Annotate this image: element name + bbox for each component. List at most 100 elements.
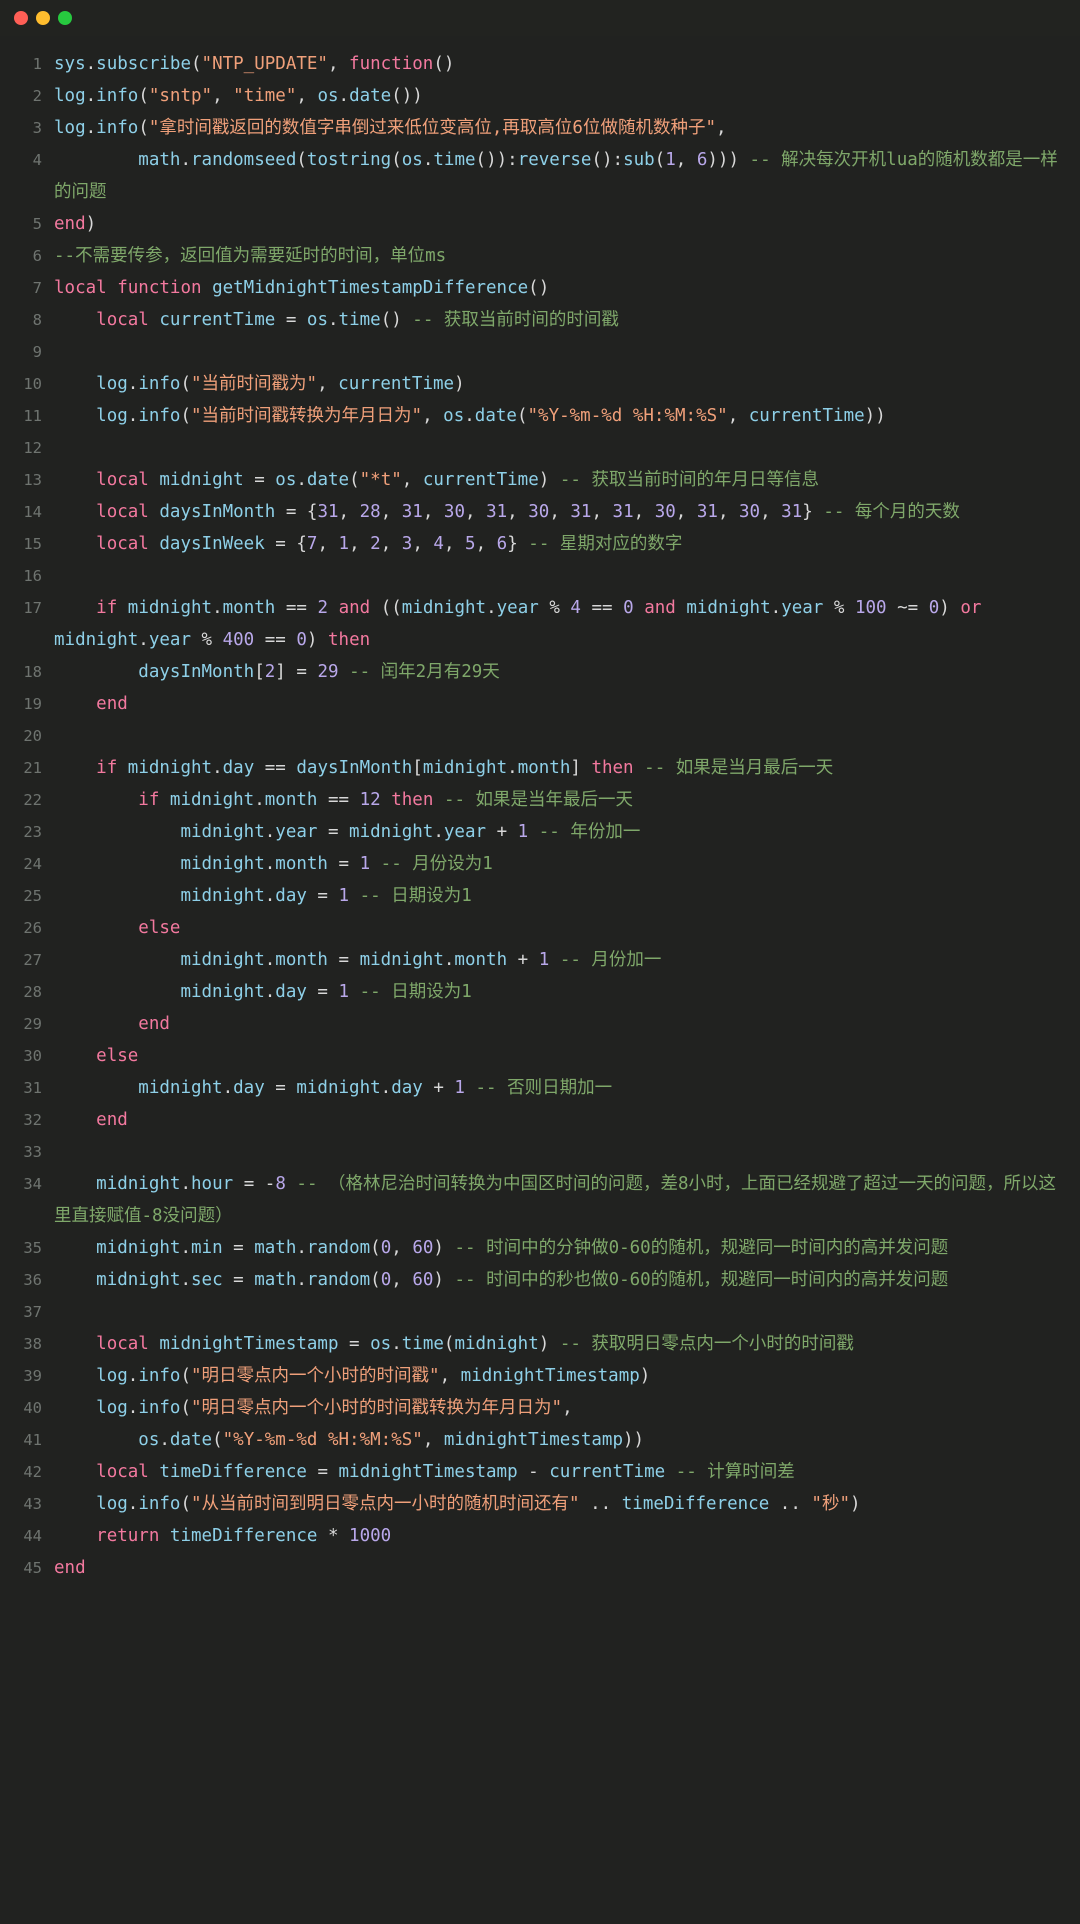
code-line-content[interactable]: midnight.min = math.random(0, 60) -- 时间中…: [42, 1232, 1058, 1264]
code-line[interactable]: 10 log.info("当前时间戳为", currentTime): [8, 368, 1058, 400]
minimize-button[interactable]: [36, 11, 50, 25]
code-line-content[interactable]: end: [42, 1008, 1058, 1040]
code-line[interactable]: 33: [8, 1136, 1058, 1168]
code-line-content[interactable]: [42, 560, 1058, 592]
code-line[interactable]: 39 log.info("明日零点内一个小时的时间戳", midnightTim…: [8, 1360, 1058, 1392]
code-line[interactable]: 40 log.info("明日零点内一个小时的时间戳转换为年月日为",: [8, 1392, 1058, 1424]
code-line-content[interactable]: midnight.day = midnight.day + 1 -- 否则日期加…: [42, 1072, 1058, 1104]
code-line-content[interactable]: local daysInMonth = {31, 28, 31, 30, 31,…: [42, 496, 1058, 528]
code-line[interactable]: 20: [8, 720, 1058, 752]
code-line-content[interactable]: if midnight.month == 12 then -- 如果是当年最后一…: [42, 784, 1058, 816]
code-line-content[interactable]: math.randomseed(tostring(os.time()):reve…: [42, 144, 1058, 208]
code-line[interactable]: 3 log.info("拿时间戳返回的数值字串倒过来低位变高位,再取高位6位做随机…: [8, 112, 1058, 144]
code-line-content[interactable]: [42, 432, 1058, 464]
code-line[interactable]: 14 local daysInMonth = {31, 28, 31, 30, …: [8, 496, 1058, 528]
code-line[interactable]: 29 end: [8, 1008, 1058, 1040]
code-editor-area[interactable]: 1 sys.subscribe("NTP_UPDATE", function() 2…: [0, 36, 1080, 1924]
code-line-content[interactable]: midnight.day = 1 -- 日期设为1: [42, 880, 1058, 912]
code-line[interactable]: 16: [8, 560, 1058, 592]
code-line-content[interactable]: daysInMonth[2] = 29 -- 闰年2月有29天: [42, 656, 1058, 688]
code-line-content[interactable]: [42, 336, 1058, 368]
code-line[interactable]: 27 midnight.month = midnight.month + 1 -…: [8, 944, 1058, 976]
code-line[interactable]: 18 daysInMonth[2] = 29 -- 闰年2月有29天: [8, 656, 1058, 688]
code-line[interactable]: 1 sys.subscribe("NTP_UPDATE", function(): [8, 48, 1058, 80]
code-line[interactable]: 44 return timeDifference * 1000: [8, 1520, 1058, 1552]
code-line[interactable]: 6 --不需要传参，返回值为需要延时的时间，单位ms: [8, 240, 1058, 272]
code-line-content[interactable]: [42, 720, 1058, 752]
code-line[interactable]: 12: [8, 432, 1058, 464]
code-line-content[interactable]: local currentTime = os.time() -- 获取当前时间的…: [42, 304, 1058, 336]
code-line-content[interactable]: if midnight.month == 2 and ((midnight.ye…: [42, 592, 1058, 656]
code-line[interactable]: 35 midnight.min = math.random(0, 60) -- …: [8, 1232, 1058, 1264]
code-line-content[interactable]: end: [42, 1552, 1058, 1584]
code-line-content[interactable]: log.info("从当前时间到明日零点内一小时的随机时间还有" .. time…: [42, 1488, 1058, 1520]
token-pun: [54, 1270, 96, 1290]
code-line[interactable]: 21 if midnight.day == daysInMonth[midnig…: [8, 752, 1058, 784]
code-line[interactable]: 8 local currentTime = os.time() -- 获取当前时…: [8, 304, 1058, 336]
token-kw: local: [96, 1462, 149, 1482]
code-line[interactable]: 23 midnight.year = midnight.year + 1 -- …: [8, 816, 1058, 848]
token-id: log: [96, 1494, 128, 1514]
code-line[interactable]: 2 log.info("sntp", "time", os.date()): [8, 80, 1058, 112]
code-line[interactable]: 25 midnight.day = 1 -- 日期设为1: [8, 880, 1058, 912]
code-line-content[interactable]: --不需要传参，返回值为需要延时的时间，单位ms: [42, 240, 1058, 272]
code-line-content[interactable]: log.info("当前时间戳转换为年月日为", os.date("%Y-%m-…: [42, 400, 1058, 432]
code-line[interactable]: 45 end: [8, 1552, 1058, 1584]
code-line[interactable]: 13 local midnight = os.date("*t", curren…: [8, 464, 1058, 496]
code-line-content[interactable]: midnight.sec = math.random(0, 60) -- 时间中…: [42, 1264, 1058, 1296]
code-line-content[interactable]: sys.subscribe("NTP_UPDATE", function(): [42, 48, 1058, 80]
code-line-content[interactable]: end): [42, 208, 1058, 240]
code-line[interactable]: 15 local daysInWeek = {7, 1, 2, 3, 4, 5,…: [8, 528, 1058, 560]
code-line-content[interactable]: local midnightTimestamp = os.time(midnig…: [42, 1328, 1058, 1360]
code-line-content[interactable]: log.info("明日零点内一个小时的时间戳转换为年月日为",: [42, 1392, 1058, 1424]
code-line[interactable]: 9: [8, 336, 1058, 368]
code-line-content[interactable]: end: [42, 1104, 1058, 1136]
code-line-content[interactable]: local daysInWeek = {7, 1, 2, 3, 4, 5, 6}…: [42, 528, 1058, 560]
code-line[interactable]: 19 end: [8, 688, 1058, 720]
code-line[interactable]: 11 log.info("当前时间戳转换为年月日为", os.date("%Y-…: [8, 400, 1058, 432]
code-line-content[interactable]: return timeDifference * 1000: [42, 1520, 1058, 1552]
code-line-content[interactable]: log.info("当前时间戳为", currentTime): [42, 368, 1058, 400]
code-line[interactable]: 43 log.info("从当前时间到明日零点内一小时的随机时间还有" .. t…: [8, 1488, 1058, 1520]
code-line-content[interactable]: [42, 1296, 1058, 1328]
code-line-content[interactable]: log.info("sntp", "time", os.date()): [42, 80, 1058, 112]
code-line[interactable]: 36 midnight.sec = math.random(0, 60) -- …: [8, 1264, 1058, 1296]
token-pun: = {: [275, 502, 318, 522]
code-line[interactable]: 24 midnight.month = 1 -- 月份设为1: [8, 848, 1058, 880]
code-line[interactable]: 5 end): [8, 208, 1058, 240]
token-pun: .: [264, 982, 276, 1002]
code-line[interactable]: 7 local function getMidnightTimestampDiff…: [8, 272, 1058, 304]
code-line-content[interactable]: midnight.year = midnight.year + 1 -- 年份加…: [42, 816, 1058, 848]
code-line[interactable]: 30 else: [8, 1040, 1058, 1072]
code-line[interactable]: 28 midnight.day = 1 -- 日期设为1: [8, 976, 1058, 1008]
code-line-content[interactable]: if midnight.day == daysInMonth[midnight.…: [42, 752, 1058, 784]
code-line[interactable]: 32 end: [8, 1104, 1058, 1136]
code-line-content[interactable]: local timeDifference = midnightTimestamp…: [42, 1456, 1058, 1488]
code-line-content[interactable]: local function getMidnightTimestampDiffe…: [42, 272, 1058, 304]
code-line[interactable]: 42 local timeDifference = midnightTimest…: [8, 1456, 1058, 1488]
code-line-content[interactable]: [42, 1136, 1058, 1168]
code-line-content[interactable]: midnight.day = 1 -- 日期设为1: [42, 976, 1058, 1008]
code-line[interactable]: 34 midnight.hour = -8 -- （格林尼治时间转换为中国区时间…: [8, 1168, 1058, 1232]
code-line[interactable]: 31 midnight.day = midnight.day + 1 -- 否则…: [8, 1072, 1058, 1104]
code-line[interactable]: 26 else: [8, 912, 1058, 944]
close-button[interactable]: [14, 11, 28, 25]
code-line[interactable]: 4 math.randomseed(tostring(os.time()):re…: [8, 144, 1058, 208]
code-line-content[interactable]: log.info("明日零点内一个小时的时间戳", midnightTimest…: [42, 1360, 1058, 1392]
code-line[interactable]: 22 if midnight.month == 12 then -- 如果是当年…: [8, 784, 1058, 816]
token-kw: function: [117, 278, 202, 298]
code-line-content[interactable]: os.date("%Y-%m-%d %H:%M:%S", midnightTim…: [42, 1424, 1058, 1456]
code-line[interactable]: 17 if midnight.month == 2 and ((midnight…: [8, 592, 1058, 656]
code-line[interactable]: 41 os.date("%Y-%m-%d %H:%M:%S", midnight…: [8, 1424, 1058, 1456]
code-line-content[interactable]: else: [42, 1040, 1058, 1072]
code-line-content[interactable]: log.info("拿时间戳返回的数值字串倒过来低位变高位,再取高位6位做随机数…: [42, 112, 1058, 144]
code-line-content[interactable]: else: [42, 912, 1058, 944]
maximize-button[interactable]: [58, 11, 72, 25]
code-line-content[interactable]: end: [42, 688, 1058, 720]
code-line-content[interactable]: midnight.month = midnight.month + 1 -- 月…: [42, 944, 1058, 976]
code-line-content[interactable]: midnight.hour = -8 -- （格林尼治时间转换为中国区时间的问题…: [42, 1168, 1058, 1232]
code-line-content[interactable]: local midnight = os.date("*t", currentTi…: [42, 464, 1058, 496]
code-line[interactable]: 38 local midnightTimestamp = os.time(mid…: [8, 1328, 1058, 1360]
code-line-content[interactable]: midnight.month = 1 -- 月份设为1: [42, 848, 1058, 880]
code-line[interactable]: 37: [8, 1296, 1058, 1328]
